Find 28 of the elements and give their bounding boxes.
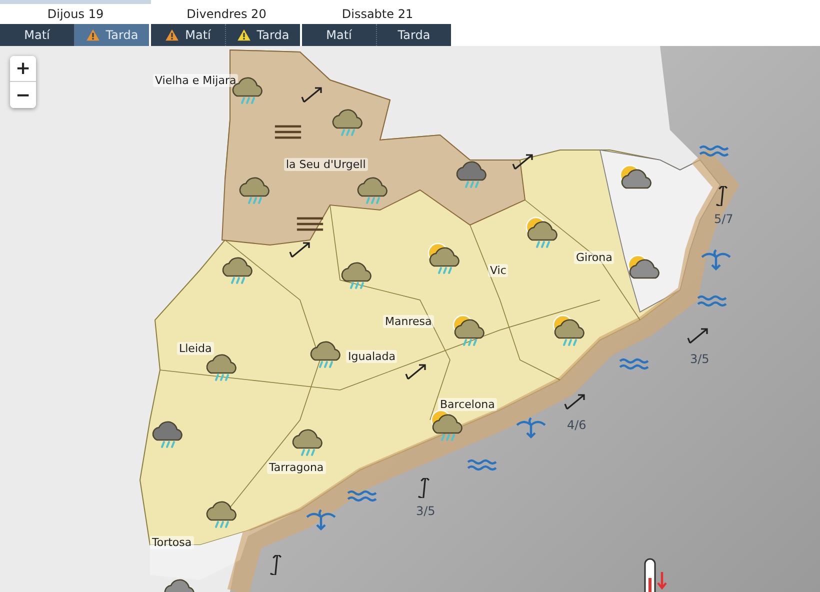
fog-icon bbox=[296, 216, 324, 232]
place-label: Tortosa bbox=[150, 536, 194, 549]
wind-reading: 5/7 bbox=[714, 212, 734, 226]
zoom-in-button[interactable]: + bbox=[10, 56, 36, 82]
wind-arrow-icon bbox=[686, 326, 710, 346]
wind-arrow-icon bbox=[288, 240, 312, 260]
wind-reading: 3/5 bbox=[416, 504, 436, 518]
wind-reading: 4/6 bbox=[567, 418, 586, 432]
place-label: Igualada bbox=[346, 350, 398, 363]
place-label: Vic bbox=[488, 264, 508, 277]
place-label: Girona bbox=[574, 251, 614, 264]
day-tab[interactable]: Dissabte 21 bbox=[302, 0, 453, 24]
wind-arrow-icon bbox=[511, 152, 535, 172]
place-label: Barcelona bbox=[438, 398, 497, 411]
wind-arrow-icon bbox=[563, 392, 587, 412]
place-label: Lleida bbox=[177, 342, 214, 355]
thermometer-icon bbox=[642, 558, 668, 592]
period-tab[interactable]: Tarda bbox=[74, 24, 149, 46]
wind-reading: 3/5 bbox=[690, 352, 710, 366]
place-label: la Seu d'Urgell bbox=[284, 158, 368, 171]
day-tab[interactable]: Divendres 20 bbox=[151, 0, 302, 24]
wind-arrow-icon bbox=[300, 85, 324, 105]
place-label: Vielha e Mijara bbox=[153, 74, 238, 87]
wind-arrow-icon bbox=[404, 362, 428, 382]
fog-icon bbox=[274, 124, 302, 140]
place-label: Manresa bbox=[383, 315, 434, 328]
zoom-out-button[interactable]: − bbox=[10, 82, 36, 108]
place-label: Tarragona bbox=[267, 461, 326, 474]
